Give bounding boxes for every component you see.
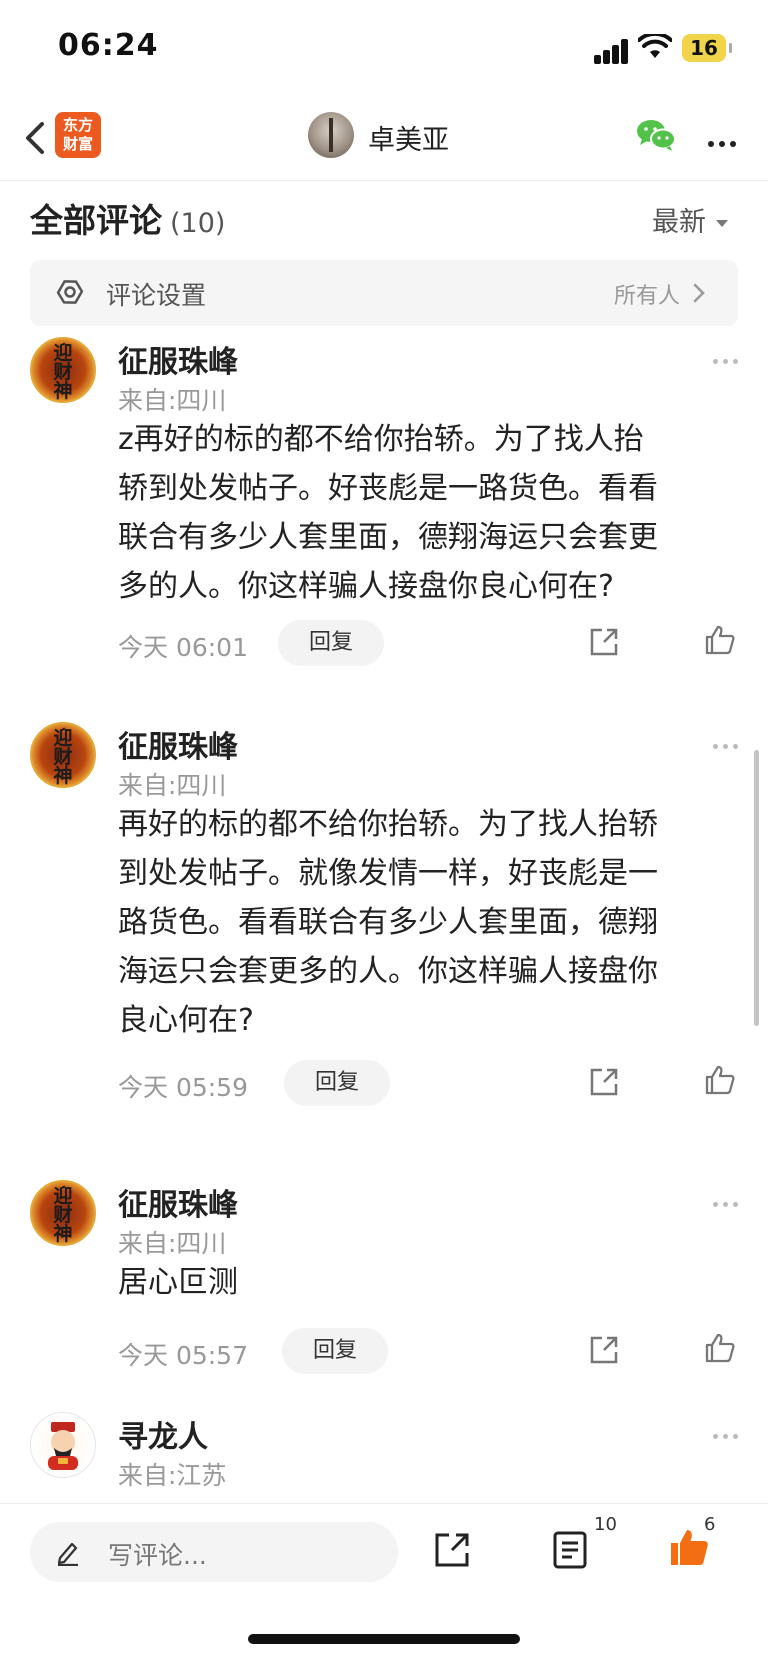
- like-icon[interactable]: [704, 1332, 736, 1364]
- reply-button[interactable]: 回复: [278, 620, 384, 666]
- commenter-avatar[interactable]: 迎财神: [30, 722, 96, 788]
- bottom-action-bar: 写评论... 10 6: [0, 1503, 768, 1664]
- commenter-name[interactable]: 征服珠峰: [118, 722, 238, 766]
- comments-list-icon[interactable]: [552, 1530, 588, 1570]
- commenter-location: 来自:四川: [118, 1229, 227, 1258]
- back-button[interactable]: [18, 116, 54, 160]
- battery-icon: 16: [682, 34, 732, 62]
- comment-item: 寻龙人 来自:江苏: [0, 1412, 768, 1502]
- section-title: 全部评论 (10): [30, 201, 226, 240]
- share-icon[interactable]: [588, 1334, 620, 1366]
- author-name[interactable]: 卓美亚: [368, 118, 449, 157]
- comment-item: 迎财神 征服珠峰 来自:四川 z再好的标的都不给你抬轿。为了找人抬 轿到处发帖子。…: [0, 337, 768, 677]
- write-comment-placeholder: 写评论...: [108, 1541, 207, 1570]
- comment-count: (10): [170, 208, 226, 239]
- commenter-avatar[interactable]: [30, 1412, 96, 1478]
- comment-more-icon[interactable]: [708, 349, 738, 368]
- likes-count-badge: 6: [704, 1514, 716, 1535]
- comment-time: 今天 05:59: [118, 1073, 248, 1102]
- home-indicator: [248, 1634, 520, 1644]
- comment-footer: 今天 05:57 回复: [0, 1328, 768, 1374]
- settings-value: 所有人: [613, 284, 680, 309]
- comment-footer: 今天 05:59 回复: [0, 1060, 768, 1106]
- comment-more-icon[interactable]: [708, 734, 738, 753]
- commenter-avatar[interactable]: 迎财神: [30, 1180, 96, 1246]
- comment-settings-row[interactable]: 评论设置 所有人: [30, 260, 738, 326]
- pen-icon: [57, 1542, 78, 1566]
- signal-icon: [594, 38, 630, 64]
- app-logo[interactable]: 东方 财富: [55, 112, 101, 158]
- share-icon[interactable]: [588, 1066, 620, 1098]
- comment-item: 迎财神 征服珠峰 来自:四川 再好的标的都不给你抬轿。为了找人抬轿 到处发帖子。就…: [0, 722, 768, 1122]
- reply-button[interactable]: 回复: [282, 1328, 388, 1374]
- comment-footer: 今天 06:01 回复: [0, 620, 768, 666]
- commenter-name[interactable]: 征服珠峰: [118, 337, 238, 381]
- commenter-location: 来自:四川: [118, 771, 227, 800]
- reply-button[interactable]: 回复: [284, 1060, 390, 1106]
- status-time: 06:24: [58, 28, 159, 63]
- write-comment-input[interactable]: 写评论...: [30, 1522, 398, 1582]
- like-icon[interactable]: [704, 1064, 736, 1096]
- comment-time: 今天 06:01: [118, 633, 248, 662]
- wifi-icon: [638, 34, 672, 58]
- comments-count-badge: 10: [594, 1514, 617, 1535]
- comment-time: 今天 05:57: [118, 1341, 248, 1370]
- scrollbar[interactable]: [754, 750, 759, 1026]
- wechat-icon[interactable]: [636, 118, 676, 152]
- commenter-name[interactable]: 寻龙人: [118, 1412, 208, 1456]
- nav-bar: 东方 财富 卓美亚: [0, 100, 768, 181]
- like-icon[interactable]: [704, 624, 736, 656]
- status-bar: 06:24 16: [0, 0, 768, 100]
- logo-text-1: 东方: [62, 116, 93, 134]
- commenter-location: 来自:四川: [118, 386, 227, 415]
- commenter-name[interactable]: 征服珠峰: [118, 1180, 238, 1224]
- settings-label: 评论设置: [106, 281, 207, 310]
- comment-text: z再好的标的都不给你抬轿。为了找人抬 轿到处发帖子。好丧彪是一路货色。看看 联合有多…: [118, 422, 658, 604]
- share-icon[interactable]: [588, 626, 620, 658]
- logo-text-2: 财富: [62, 135, 93, 153]
- comment-text: 居心叵测: [118, 1265, 238, 1300]
- comment-more-icon[interactable]: [708, 1192, 738, 1211]
- share-button[interactable]: [432, 1530, 472, 1570]
- gear-icon: [56, 280, 84, 304]
- author-avatar[interactable]: [308, 112, 354, 158]
- more-options-icon[interactable]: [708, 132, 741, 151]
- caret-down-icon: [716, 220, 728, 227]
- comment-more-icon[interactable]: [708, 1424, 738, 1443]
- commenter-location: 来自:江苏: [118, 1461, 227, 1490]
- comments-header: 全部评论 (10) 最新: [0, 190, 768, 246]
- commenter-avatar[interactable]: 迎财神: [30, 337, 96, 403]
- sort-dropdown[interactable]: 最新: [652, 200, 728, 239]
- chevron-right-icon: [693, 283, 705, 303]
- comment-item: 迎财神 征服珠峰 来自:四川 居心叵测 今天 05:57 回复: [0, 1180, 768, 1380]
- comment-text: 再好的标的都不给你抬轿。为了找人抬轿 到处发帖子。就像发情一样，好丧彪是一 路货色。…: [118, 807, 658, 1038]
